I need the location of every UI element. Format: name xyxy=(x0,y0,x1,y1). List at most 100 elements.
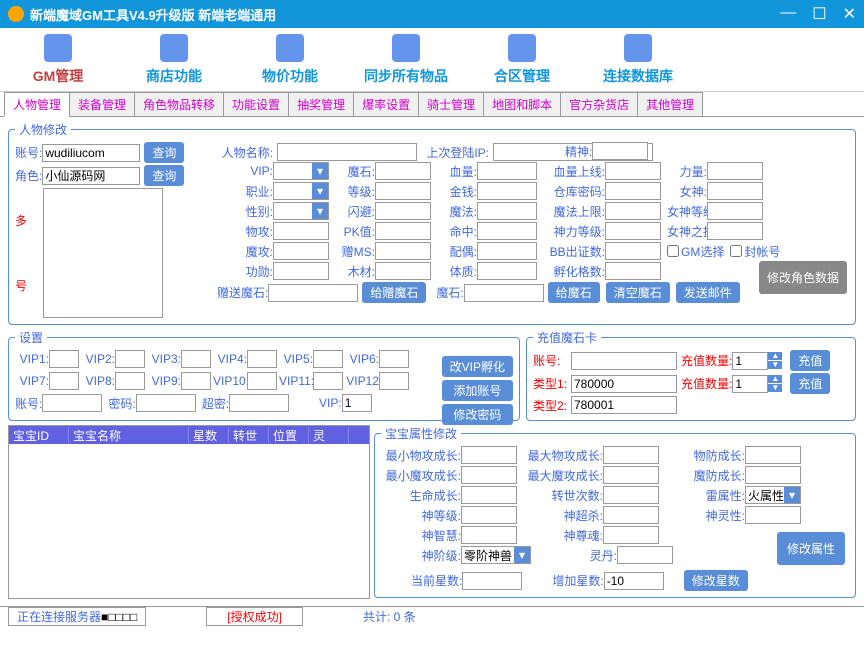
pet-input-spirit[interactable] xyxy=(745,506,801,524)
tab-8[interactable]: 官方杂货店 xyxy=(560,92,638,116)
input-wood[interactable] xyxy=(375,262,431,280)
input-mate[interactable] xyxy=(477,242,537,260)
minimize-button[interactable]: — xyxy=(780,4,796,24)
tab-7[interactable]: 地图和脚本 xyxy=(483,92,561,116)
clear-stone-button[interactable]: 清空魔石 xyxy=(606,282,670,303)
input-body[interactable] xyxy=(477,262,537,280)
add-account-button[interactable]: 添加账号 xyxy=(442,380,513,401)
recharge-type2-input[interactable] xyxy=(571,396,677,414)
tab-3[interactable]: 功能设置 xyxy=(223,92,289,116)
vip9-input[interactable] xyxy=(181,372,211,390)
recharge-qty1-input[interactable] xyxy=(732,352,768,370)
pet-input-min_matk[interactable] xyxy=(461,466,517,484)
toolbar-5[interactable]: 连接数据库 xyxy=(590,32,686,87)
input-blood_max[interactable] xyxy=(605,162,661,180)
tab-2[interactable]: 角色物品转移 xyxy=(134,92,224,116)
tab-4[interactable]: 抽奖管理 xyxy=(288,92,354,116)
input-gift_ms[interactable] xyxy=(375,242,431,260)
tab-5[interactable]: 爆率设置 xyxy=(353,92,419,116)
input-merit[interactable] xyxy=(273,262,329,280)
pet-input-god_super[interactable] xyxy=(603,506,659,524)
dropdown-icon[interactable]: ▾ xyxy=(312,163,328,179)
maximize-button[interactable]: ☐ xyxy=(812,4,826,24)
input-g_hug[interactable] xyxy=(707,222,763,240)
role-input[interactable] xyxy=(42,167,140,185)
settings-account-input[interactable] xyxy=(42,394,102,412)
input-g_lvl[interactable] xyxy=(707,202,763,220)
close-button[interactable]: ✕ xyxy=(843,4,856,24)
input-blood[interactable] xyxy=(477,162,537,180)
cur-star-input[interactable] xyxy=(462,572,522,590)
account-input[interactable] xyxy=(42,144,140,162)
pet-col-2[interactable]: 星数 xyxy=(189,427,229,444)
char-name-input[interactable] xyxy=(277,143,417,161)
pet-col-3[interactable]: 转世 xyxy=(229,427,269,444)
toolbar-4[interactable]: 合区管理 xyxy=(474,32,570,87)
recharge-qty2-input[interactable] xyxy=(732,375,768,393)
input-money[interactable] xyxy=(477,182,537,200)
pet-input-god_lvl[interactable] xyxy=(461,506,517,524)
pet-sel-god_rank[interactable]: 零阶神兽▾ xyxy=(461,546,531,564)
recharge2-button[interactable]: 充值 xyxy=(790,373,830,394)
ban-checkbox[interactable]: 封帐号 xyxy=(730,243,780,260)
vip11-input[interactable] xyxy=(313,372,343,390)
toolbar-1[interactable]: 商店功能 xyxy=(126,32,222,87)
pet-input-min_patk[interactable] xyxy=(461,446,517,464)
modify-attr-button[interactable]: 修改属性 xyxy=(777,532,845,565)
pet-input-mdef[interactable] xyxy=(745,466,801,484)
dropdown-icon[interactable]: ▾ xyxy=(514,547,530,563)
pet-table[interactable]: 宝宝ID宝宝名称星数转世位置灵 xyxy=(8,425,370,599)
dropdown-icon[interactable]: ▾ xyxy=(784,487,800,503)
vip1-input[interactable] xyxy=(49,350,79,368)
pet-col-5[interactable]: 灵 xyxy=(309,427,349,444)
input-ms[interactable] xyxy=(375,162,431,180)
input-magic_max[interactable] xyxy=(605,202,661,220)
pet-input-god_soul[interactable] xyxy=(603,526,659,544)
pet-input-pdef[interactable] xyxy=(745,446,801,464)
pet-sel-thunder[interactable]: 火属性▾ xyxy=(745,486,801,504)
pet-col-1[interactable]: 宝宝名称 xyxy=(69,427,189,444)
input-magic[interactable] xyxy=(477,202,537,220)
pet-input-max_patk[interactable] xyxy=(603,446,659,464)
dropdown-icon[interactable]: ▾ xyxy=(312,203,328,219)
pet-input-max_matk[interactable] xyxy=(603,466,659,484)
tab-9[interactable]: 其他管理 xyxy=(637,92,703,116)
pet-input-rebirth[interactable] xyxy=(603,486,659,504)
modify-star-button[interactable]: 修改星数 xyxy=(684,570,748,591)
toolbar-0[interactable]: GM管理 xyxy=(10,32,106,87)
stone2-input[interactable] xyxy=(464,284,544,302)
tab-6[interactable]: 骑士管理 xyxy=(418,92,484,116)
vip4-input[interactable] xyxy=(247,350,277,368)
give-stone-button[interactable]: 给魔石 xyxy=(548,282,600,303)
vip2-input[interactable] xyxy=(115,350,145,368)
send-mail-button[interactable]: 发送邮件 xyxy=(676,282,740,303)
dropdown-icon[interactable]: ▾ xyxy=(312,183,328,199)
vip3-input[interactable] xyxy=(181,350,211,368)
toolbar-2[interactable]: 物价功能 xyxy=(242,32,338,87)
give-gift-button[interactable]: 给赠魔石 xyxy=(362,282,426,303)
vip8-input[interactable] xyxy=(115,372,145,390)
sel-vip[interactable]: ▾ xyxy=(273,162,329,180)
change-vip-button[interactable]: 改VIP孵化 xyxy=(442,356,513,377)
settings-super-input[interactable] xyxy=(229,394,289,412)
input-bb_cert[interactable] xyxy=(605,242,661,260)
modify-character-button[interactable]: 修改角色数据 xyxy=(759,261,847,294)
gm-checkbox[interactable]: GM选择 xyxy=(667,243,724,260)
input-matk[interactable] xyxy=(273,242,329,260)
role-listbox[interactable] xyxy=(43,188,163,318)
account-query-button[interactable]: 查询 xyxy=(144,142,184,163)
vip7-input[interactable] xyxy=(49,372,79,390)
input-level[interactable] xyxy=(375,182,431,200)
change-pwd-button[interactable]: 修改密码 xyxy=(442,404,513,425)
add-star-input[interactable] xyxy=(604,572,664,590)
spin-down-icon[interactable]: ▼ xyxy=(768,384,782,393)
vip10-input[interactable] xyxy=(247,372,277,390)
input-hatch[interactable] xyxy=(605,262,661,280)
input-dodge[interactable] xyxy=(375,202,431,220)
role-query-button[interactable]: 查询 xyxy=(144,165,184,186)
spin-down-icon[interactable]: ▼ xyxy=(768,361,782,370)
input-wh_pwd[interactable] xyxy=(605,182,661,200)
vip12-input[interactable] xyxy=(379,372,409,390)
pet-input-pill[interactable] xyxy=(617,546,673,564)
spirit-input[interactable] xyxy=(592,142,648,160)
